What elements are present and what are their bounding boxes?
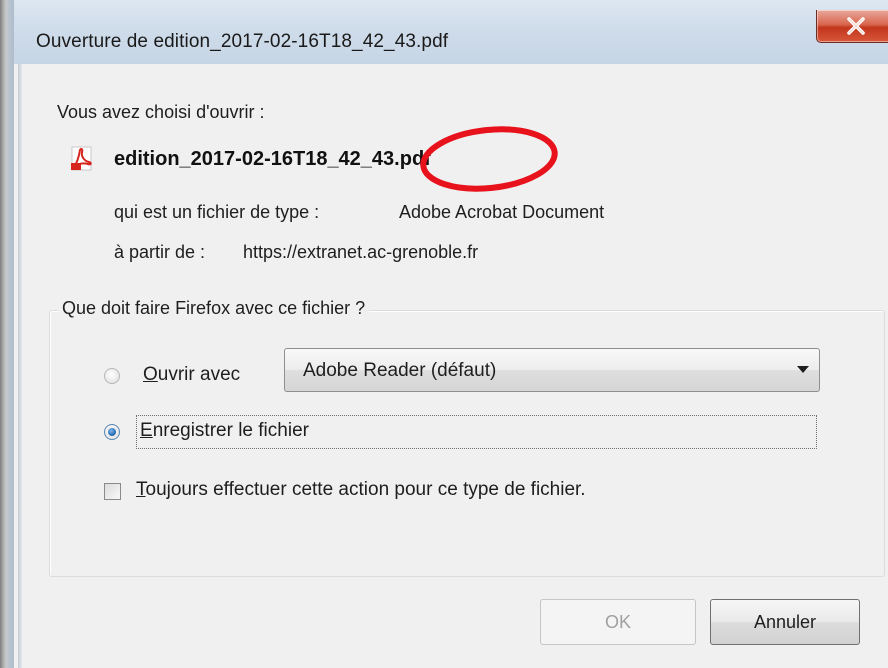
open-with-label[interactable]: Ouvrir avec — [143, 364, 240, 386]
source-label: à partir de : — [114, 242, 206, 262]
save-file-radio[interactable] — [104, 424, 120, 440]
close-button[interactable] — [816, 10, 888, 43]
source-url: https://extranet.ac-grenoble.fr — [243, 242, 479, 262]
background-window-edge — [0, 0, 14, 668]
open-with-label-rest: uvrir avec — [157, 364, 241, 385]
dropdown-arrow-icon — [797, 366, 809, 373]
file-type-label: qui est un fichier de type : — [114, 202, 320, 222]
save-file-accel: E — [140, 420, 153, 441]
always-do-this-accel: T — [136, 479, 146, 500]
save-file-label-rest: nregistrer le fichier — [152, 420, 309, 441]
download-dialog: Ouverture de edition_2017-02-16T18_42_43… — [0, 0, 888, 668]
action-group-legend: Que doit faire Firefox avec ce fichier ? — [58, 298, 370, 319]
cancel-button[interactable]: Annuler — [710, 599, 860, 645]
title-bar[interactable]: Ouverture de edition_2017-02-16T18_42_43… — [14, 0, 888, 64]
open-with-accel: O — [143, 364, 158, 385]
file-type-value: Adobe Acrobat Document — [399, 202, 605, 222]
close-icon — [846, 17, 865, 35]
ok-button[interactable]: OK — [540, 599, 696, 645]
always-do-this-label-rest: oujours effectuer cette action pour ce t… — [145, 479, 586, 500]
annotation-circle — [420, 126, 558, 192]
always-do-this-label[interactable]: Toujours effectuer cette action pour ce … — [136, 479, 586, 501]
intro-text: Vous avez choisi d'ouvrir : — [57, 102, 265, 122]
window-title: Ouverture de edition_2017-02-16T18_42_43… — [36, 31, 449, 52]
open-with-radio[interactable] — [104, 368, 120, 384]
application-select[interactable]: Adobe Reader (défaut) — [284, 348, 820, 392]
pdf-file-icon — [71, 146, 92, 171]
always-do-this-checkbox[interactable] — [104, 483, 121, 500]
save-file-label[interactable]: Enregistrer le fichier — [140, 420, 309, 442]
application-select-value: Adobe Reader (défaut) — [303, 360, 497, 381]
dialog-body: Vous avez choisi d'ouvrir : edition_2017… — [22, 64, 888, 668]
file-name: edition_2017-02-16T18_42_43.pdf — [114, 148, 431, 170]
